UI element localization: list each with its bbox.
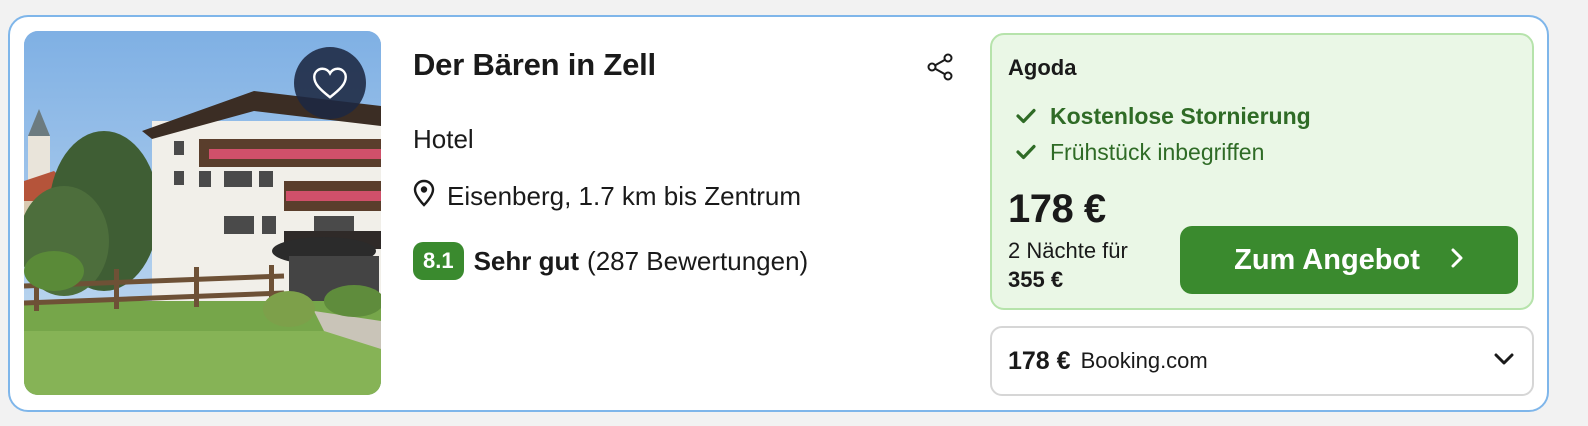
review-count: (287 Bewertungen) bbox=[587, 245, 809, 276]
hotel-photo[interactable] bbox=[24, 31, 381, 395]
deal-provider: Agoda bbox=[1008, 55, 1077, 80]
share-icon bbox=[925, 52, 955, 87]
chevron-right-icon bbox=[1450, 244, 1464, 277]
favorite-button[interactable] bbox=[294, 47, 366, 119]
feature-label: Frühstück inbegriffen bbox=[1050, 139, 1265, 165]
cta-label: Zum Angebot bbox=[1234, 243, 1420, 276]
hotel-card[interactable]: Der Bären in Zell Hotel Eisenberg, 1.7 k… bbox=[8, 15, 1549, 412]
chevron-down-icon[interactable] bbox=[1494, 352, 1514, 371]
hotel-type: Hotel bbox=[413, 124, 474, 154]
view-deal-button[interactable]: Zum Angebot bbox=[1180, 226, 1518, 294]
rating-label: Sehr gut bbox=[473, 245, 580, 276]
location-pin-icon bbox=[413, 179, 435, 214]
share-button[interactable] bbox=[922, 51, 958, 87]
feature-label: Kostenlose Stornierung bbox=[1050, 103, 1311, 129]
alternative-offer[interactable]: 178 € Booking.com bbox=[990, 326, 1534, 396]
alt-offer-price: 178 € bbox=[1008, 346, 1071, 375]
alt-offer-provider: Booking.com bbox=[1080, 348, 1208, 373]
deal-price: 178 € bbox=[1008, 187, 1106, 231]
deal-total: 355 € bbox=[1008, 267, 1064, 292]
hotel-location: Eisenberg, 1.7 km bis Zentrum bbox=[413, 179, 801, 214]
rating-score-badge: 8.1 bbox=[413, 242, 464, 280]
feature-breakfast: Frühstück inbegriffen bbox=[1016, 139, 1264, 166]
hotel-name[interactable]: Der Bären in Zell bbox=[413, 47, 656, 83]
deal-nights: 2 Nächte für bbox=[1008, 238, 1128, 263]
feature-free-cancellation: Kostenlose Stornierung bbox=[1016, 103, 1311, 130]
location-text: Eisenberg, 1.7 km bis Zentrum bbox=[447, 181, 802, 211]
rating: 8.1 Sehr gut (287 Bewertungen) bbox=[413, 242, 808, 280]
check-icon bbox=[1016, 139, 1036, 166]
deal-box[interactable]: Agoda Kostenlose Stornierung Frühstück i… bbox=[990, 33, 1534, 310]
heart-icon bbox=[312, 66, 348, 100]
check-icon bbox=[1016, 103, 1036, 130]
